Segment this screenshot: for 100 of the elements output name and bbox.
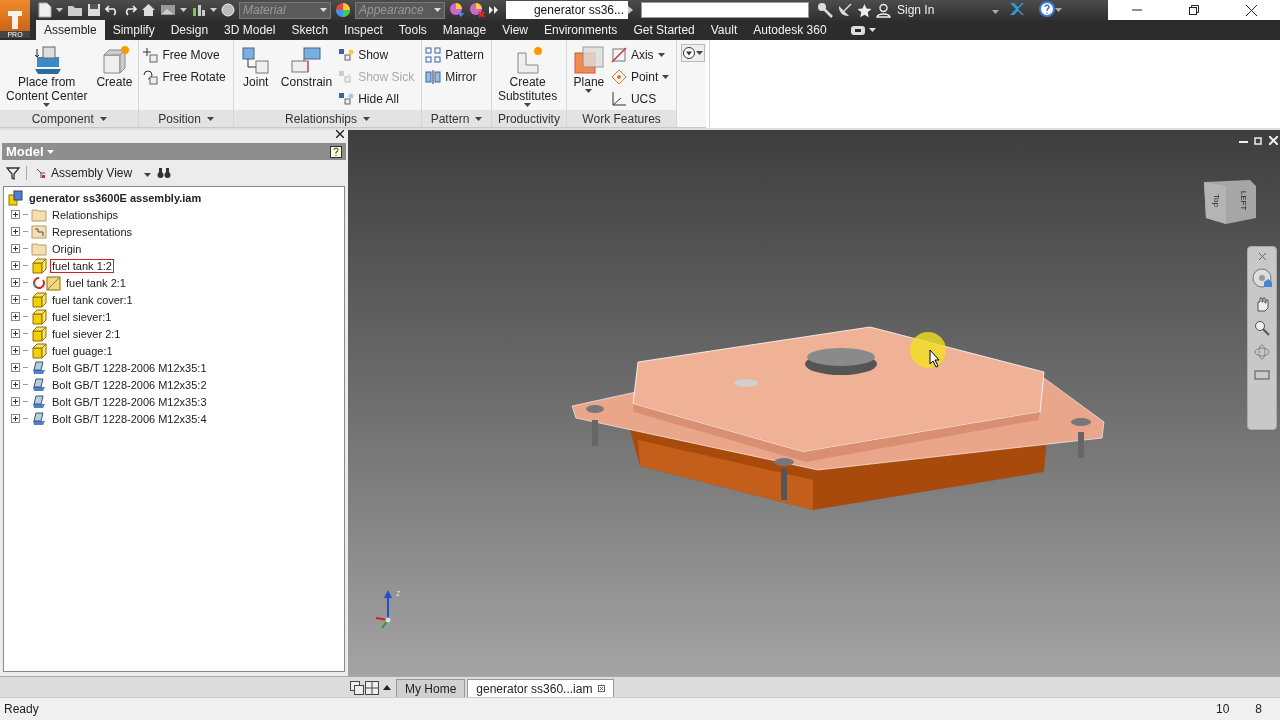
document-tab[interactable]: generator ss360...iam — [467, 679, 615, 697]
arrow-right-icon — [628, 6, 633, 14]
ribbon-button[interactable]: Create Substitutes — [494, 43, 561, 110]
ribbon-button[interactable]: Mirror — [425, 67, 488, 86]
look-at-icon — [1254, 368, 1270, 380]
tree-item[interactable]: Bolt GB/T 1228-2006 M12x35:2 — [50, 377, 209, 392]
pattern-icon — [425, 46, 442, 63]
help-icon — [330, 145, 342, 158]
constrain-icon — [290, 45, 323, 75]
filter-icon — [6, 166, 20, 180]
tree-line-icon — [23, 401, 28, 402]
ribbon-button[interactable]: Constrain — [277, 43, 336, 110]
panel-title[interactable]: Pattern — [422, 110, 491, 127]
panel-title[interactable]: Work Features — [566, 110, 677, 127]
ribbon-tab[interactable]: Manage — [434, 20, 495, 40]
ribbon-button[interactable]: Hide All — [338, 89, 419, 108]
mirror-icon — [425, 68, 442, 85]
folder-icon — [67, 3, 83, 17]
tree-item[interactable]: Bolt GB/T 1228-2006 M12x35:4 — [50, 411, 209, 426]
ribbon-tab[interactable]: Design — [162, 20, 217, 40]
tree-item[interactable]: fuel guage:1 — [50, 343, 115, 358]
ribbon-tab[interactable]: View — [494, 20, 536, 40]
ribbon-button[interactable]: Free Move — [142, 45, 230, 64]
home-icon — [141, 3, 156, 17]
tree-line-icon — [23, 350, 28, 351]
caret-icon — [696, 51, 704, 55]
tree-item[interactable]: fuel tank 2:1 — [64, 275, 128, 290]
tree-item[interactable]: Relationships — [50, 207, 121, 222]
star-icon — [857, 2, 872, 18]
tree-item[interactable]: fuel siever:1 — [50, 309, 114, 324]
tree-item[interactable]: Bolt GB/T 1228-2006 M12x35:1 — [50, 360, 209, 375]
caret-icon — [43, 103, 51, 107]
ribbon-button[interactable]: Free Rotate — [142, 67, 230, 86]
panel-title[interactable]: Productivity — [491, 110, 566, 127]
folder-icon — [31, 240, 47, 257]
tree-item[interactable]: fuel tank 1:2 — [50, 258, 114, 273]
caret-icon — [46, 149, 54, 154]
color-clear-icon — [469, 2, 485, 18]
ribbon-button[interactable]: Point — [610, 67, 674, 86]
viewcube[interactable]: Top LEFT — [1202, 178, 1258, 226]
zoom-icon — [1254, 320, 1270, 336]
ribbon-tab[interactable]: Environments — [536, 20, 626, 40]
ribbon-tab[interactable]: Autodesk 360 — [745, 20, 835, 40]
part-icon — [31, 325, 47, 342]
panel-title[interactable]: Relationships — [233, 110, 422, 127]
joint-icon — [239, 45, 272, 75]
overflow-icon — [489, 6, 498, 14]
ribbon-tab[interactable]: Inspect — [336, 20, 391, 40]
ribbon-button[interactable]: Place from Content Center — [3, 43, 91, 110]
tree-line-icon — [23, 299, 28, 300]
exchange-icon — [1009, 1, 1026, 16]
binoculars-icon — [157, 167, 172, 179]
ribbon-button[interactable]: Show — [338, 45, 419, 64]
steering-wheel-icon — [1252, 268, 1272, 288]
tree-item[interactable]: Origin — [50, 241, 84, 256]
close-icon — [598, 685, 606, 692]
ribbon-tab[interactable]: 3D Model — [216, 20, 284, 40]
caret-icon — [1055, 8, 1063, 12]
expand-icon — [11, 227, 20, 236]
expand-icon — [11, 278, 20, 287]
rotate-icon — [142, 68, 159, 85]
document-tab[interactable]: My Home — [396, 679, 466, 697]
point-icon — [610, 68, 627, 85]
tree-item[interactable]: fuel siever 2:1 — [50, 326, 123, 341]
ribbon-button[interactable]: Create — [93, 43, 136, 110]
ribbon-tab[interactable]: Assemble — [36, 20, 105, 40]
tree-item[interactable]: Bolt GB/T 1228-2006 M12x35:3 — [50, 394, 209, 409]
caret-icon — [363, 116, 370, 121]
caret-icon — [320, 8, 327, 12]
ribbon-tab[interactable]: Sketch — [283, 20, 337, 40]
ribbon-button[interactable]: Pattern — [425, 45, 488, 64]
expand-icon — [11, 244, 20, 253]
ribbon-button[interactable]: Plane — [569, 43, 608, 110]
part-icon — [31, 291, 47, 308]
show-sick-icon — [338, 68, 355, 85]
caret-icon — [868, 28, 876, 32]
ribbon-tab[interactable]: Get Started — [625, 20, 703, 40]
ribbon-button[interactable]: Axis — [610, 45, 674, 64]
color-adjust-icon — [449, 2, 465, 18]
ribbon-button[interactable]: UCS — [610, 89, 674, 108]
ribbon-tab[interactable]: Simplify — [104, 20, 163, 40]
representations-icon — [31, 223, 47, 240]
panel-dropdown[interactable] — [681, 44, 706, 62]
assembly-view-dropdown[interactable]: Assembly View — [51, 166, 133, 180]
panel-title[interactable]: Component — [0, 110, 139, 127]
bolt-icon — [31, 393, 47, 410]
tree-line-icon — [23, 316, 28, 317]
sign-in-button[interactable]: Sign In — [897, 3, 935, 17]
ribbon-tab[interactable]: Tools — [390, 20, 435, 40]
tree-item[interactable]: generator ss3600E assembly.iam — [27, 190, 204, 205]
ribbon-tab[interactable]: Vault — [702, 20, 746, 40]
tree-item[interactable]: Representations — [50, 224, 135, 239]
caret-icon — [56, 8, 63, 12]
ribbon-button[interactable]: Joint — [236, 43, 275, 110]
panel-title[interactable]: Position — [139, 110, 233, 127]
tree-item[interactable]: fuel tank cover:1 — [50, 292, 135, 307]
close-icon — [1258, 253, 1266, 260]
tree-line-icon — [23, 248, 28, 249]
tree-line-icon — [23, 367, 28, 368]
search-field[interactable] — [641, 2, 809, 18]
